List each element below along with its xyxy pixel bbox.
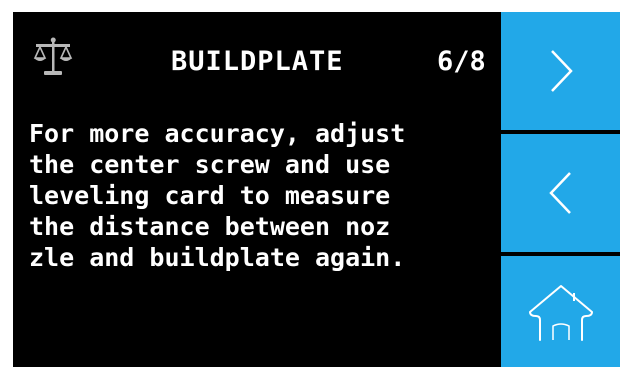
instruction-line: For more accuracy, adjust	[29, 119, 406, 148]
instruction-line: the center screw and use	[29, 150, 391, 179]
previous-button[interactable]	[501, 134, 620, 252]
chevron-left-icon	[548, 172, 571, 214]
instruction-panel: BUILDPLATE 6/8 For more accuracy, adjust…	[13, 12, 500, 367]
instruction-line: zle and buildplate again.	[29, 243, 406, 272]
scale-icon	[32, 36, 74, 78]
home-button[interactable]	[501, 256, 620, 367]
instruction-line: leveling card to measure	[29, 181, 391, 210]
chevron-right-icon	[550, 50, 573, 92]
instruction-line: the distance between noz	[29, 212, 391, 241]
header: BUILDPLATE 6/8	[13, 12, 500, 112]
page-indicator: 6/8	[437, 46, 486, 77]
instruction-text: For more accuracy, adjust the center scr…	[29, 118, 499, 273]
printer-screen: BUILDPLATE 6/8 For more accuracy, adjust…	[13, 12, 620, 367]
home-icon	[528, 284, 593, 341]
page-title: BUILDPLATE	[171, 46, 344, 77]
navigation-sidebar	[501, 12, 620, 367]
next-button[interactable]	[501, 12, 620, 130]
